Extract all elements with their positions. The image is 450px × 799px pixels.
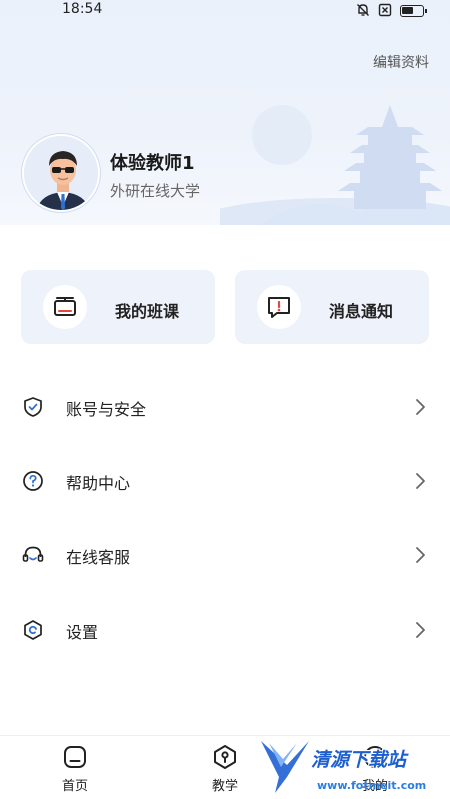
menu-item-online-service[interactable]: 在线客服 — [0, 528, 450, 584]
my-classes-card[interactable]: 我的班课 — [21, 270, 215, 344]
chevron-right-icon — [416, 622, 425, 638]
settings-hex-icon — [24, 620, 42, 640]
message-alert-icon-wrap — [257, 285, 301, 329]
menu-item-settings[interactable]: 设置 — [0, 603, 450, 659]
messages-label: 消息通知 — [329, 302, 394, 321]
chevron-right-icon — [416, 399, 425, 415]
menu-item-account-security[interactable]: 账号与安全 — [0, 380, 450, 436]
home-icon — [64, 746, 86, 768]
messages-card[interactable]: 消息通知 — [235, 270, 429, 344]
watermark-overlay: 清源下载站 www.fotmeit.com — [255, 735, 450, 799]
status-bar: 18:54 — [0, 0, 450, 24]
bell-off-icon — [357, 4, 369, 16]
menu-item-help-center[interactable]: 帮助中心 — [0, 454, 450, 510]
status-icons — [356, 3, 427, 17]
menu-label-online-service: 在线客服 — [66, 548, 131, 567]
watermark-text: 清源下载站 — [311, 749, 407, 771]
chevron-right-icon — [416, 547, 425, 563]
tab-teaching-label: 教学 — [211, 779, 238, 794]
pagoda-illustration — [220, 105, 450, 225]
message-alert-icon — [268, 297, 290, 318]
tab-home-label: 首页 — [61, 779, 88, 794]
status-time: 18:54 — [62, 1, 103, 17]
shield-check-icon — [24, 397, 42, 417]
watermark-logo-icon — [261, 741, 309, 793]
battery-icon — [400, 4, 427, 17]
sim-x-icon — [378, 3, 392, 17]
avatar[interactable] — [22, 134, 100, 212]
class-screen-icon-wrap — [43, 285, 87, 329]
tab-teaching[interactable]: 教学 — [185, 736, 265, 799]
tab-home[interactable]: 首页 — [35, 736, 115, 799]
my-classes-label: 我的班课 — [115, 302, 180, 321]
watermark-url: www.fotmeit.com — [317, 779, 427, 792]
user-name: 体验教师1 — [110, 153, 195, 174]
headset-icon — [22, 546, 44, 562]
chevron-right-icon — [416, 473, 425, 489]
menu-label-help-center: 帮助中心 — [66, 474, 131, 493]
edit-profile-link[interactable]: 编辑资料 — [373, 52, 429, 72]
help-circle-icon — [23, 471, 43, 491]
user-school: 外研在线大学 — [110, 182, 201, 200]
menu-label-settings: 设置 — [66, 623, 99, 642]
menu-label-account-security: 账号与安全 — [66, 400, 147, 419]
class-screen-icon — [54, 297, 76, 316]
teach-icon — [214, 745, 236, 769]
